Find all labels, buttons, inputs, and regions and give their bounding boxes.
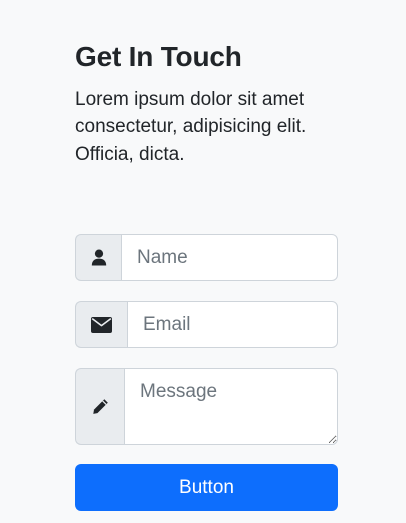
message-textarea[interactable] — [124, 368, 338, 445]
contact-form: Button — [75, 234, 338, 511]
message-input-group — [75, 368, 338, 445]
email-addon — [75, 301, 127, 348]
contact-header: Get In Touch Lorem ipsum dolor sit amet … — [75, 40, 338, 168]
submit-button[interactable]: Button — [75, 464, 338, 511]
page-title: Get In Touch — [75, 41, 242, 72]
name-input-group — [75, 234, 338, 281]
pencil-icon — [92, 399, 108, 414]
name-input[interactable] — [121, 234, 338, 281]
email-input[interactable] — [127, 301, 338, 348]
user-icon — [91, 249, 106, 266]
page-description: Lorem ipsum dolor sit amet consectetur, … — [75, 88, 307, 165]
envelope-icon — [91, 316, 112, 333]
email-input-group — [75, 301, 338, 348]
message-addon — [75, 368, 124, 445]
name-addon — [75, 234, 121, 281]
